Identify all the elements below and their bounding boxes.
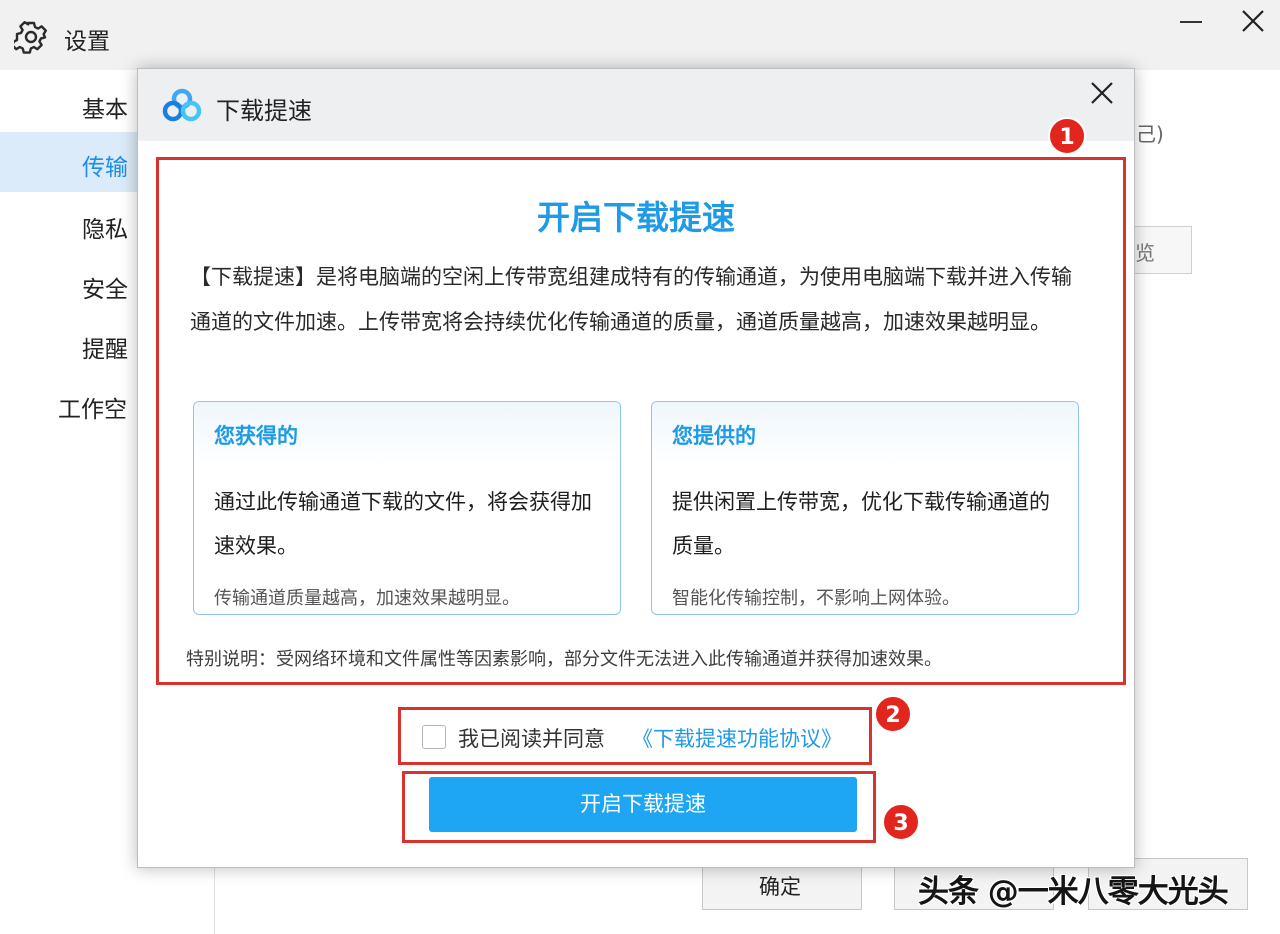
speedup-description: 【下载提速】是将电脑端的空闲上传带宽组建成特有的传输通道，为使用电脑端下载并进入… [190,265,1072,334]
card-footer: 传输通道质量越高，加速效果越明显。 [214,588,520,609]
card-title: 您提供的 [672,424,756,448]
enable-speedup-button[interactable]: 开启下载提速 [429,777,857,832]
speedup-heading: 开启下载提速 [537,198,735,237]
special-note: 特别说明：受网络环境和文件属性等因素影响，部分文件无法进入此传输通道并获得加速效… [186,649,942,670]
download-speedup-dialog: 下载提速 1 开启下载提速 【下载提速】是将电脑端的空闲上传带宽组建成特有的传输… [137,68,1135,868]
card-body: 通过此传输通道下载的文件，将会获得加速效果。 [214,490,592,558]
sidebar-item-label: 提醒 [82,337,128,363]
settings-titlebar: 设置 [0,0,1280,70]
annotation-badge-3: 3 [882,803,920,841]
ok-button-label: 确定 [759,875,801,899]
benefit-card-provide: 您提供的 提供闲置上传带宽，优化下载传输通道的质量。 智能化传输控制，不影响上网… [651,401,1079,615]
close-icon[interactable] [1090,81,1114,105]
minimize-button[interactable] [1180,18,1204,42]
agree-checkbox[interactable] [422,725,446,749]
window-close-icon[interactable] [1240,8,1266,34]
agree-label: 我已阅读并同意 [458,727,605,751]
background-partial-text: 己) [1136,122,1164,146]
baidu-netdisk-logo-icon [162,88,202,122]
benefit-card-gain: 您获得的 通过此传输通道下载的文件，将会获得加速效果。 传输通道质量越高，加速效… [193,401,621,615]
agreement-link[interactable]: 《下载提速功能协议》 [632,723,842,753]
sidebar-item-label: 安全 [82,277,128,303]
card-title: 您获得的 [214,424,298,448]
gear-icon [14,21,47,54]
dialog-title: 下载提速 [216,97,312,125]
sidebar-item-label: 基本 [82,97,128,123]
card-body: 提供闲置上传带宽，优化下载传输通道的质量。 [672,490,1050,558]
sidebar-item-label: 工作空 [58,397,127,423]
annotation-badge-1: 1 [1048,117,1086,155]
window-title: 设置 [64,29,110,55]
dialog-header: 下载提速 [138,69,1134,141]
sidebar-item-label: 隐私 [82,217,128,243]
annotation-badge-2: 2 [874,695,912,733]
sidebar-item-label: 传输 [82,155,128,181]
card-footer: 智能化传输控制，不影响上网体验。 [672,588,960,609]
watermark-text: 头条 @一米八零大光头 [918,874,1229,910]
background-box-label: 览 [1135,241,1155,265]
